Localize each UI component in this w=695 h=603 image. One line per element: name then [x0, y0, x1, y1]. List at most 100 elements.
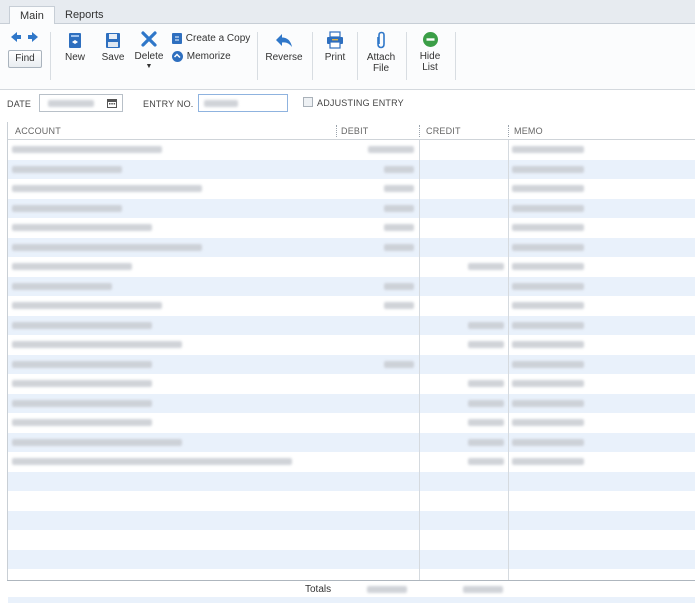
calendar-icon[interactable] [107, 98, 117, 108]
debit-cell-redacted [384, 282, 414, 290]
credit-cell-redacted [468, 438, 504, 446]
account-cell-redacted [12, 458, 292, 465]
empty-table-row[interactable] [8, 549, 695, 569]
toolbar-divider [257, 32, 258, 80]
hide-label-line1: Hide [419, 51, 441, 62]
credit-cell-redacted [468, 458, 504, 465]
paperclip-icon [377, 31, 385, 49]
empty-table-row[interactable] [8, 471, 695, 491]
memo-cell-redacted [512, 360, 584, 368]
reverse-button[interactable]: Reverse [264, 31, 304, 63]
debit-cell-redacted [384, 185, 414, 192]
account-cell-redacted [12, 380, 152, 387]
toolbar-divider [455, 32, 456, 80]
print-button[interactable]: Print [320, 31, 350, 63]
reverse-arrow-icon [276, 34, 292, 47]
chevron-down-icon[interactable]: ▼ [132, 63, 166, 70]
table-row[interactable] [8, 218, 695, 238]
table-row[interactable] [8, 237, 695, 257]
column-debit[interactable]: DEBIT [341, 126, 369, 136]
attach-file-button[interactable]: Attach File [364, 31, 398, 74]
previous-arrow-icon[interactable] [10, 31, 22, 43]
attach-label-line2: File [372, 63, 390, 74]
delete-button[interactable]: Delete ▼ [132, 30, 166, 70]
toolbar-divider [406, 32, 407, 80]
table-row[interactable] [8, 296, 695, 316]
credit-cell-redacted [468, 419, 504, 426]
table-row[interactable] [8, 393, 695, 413]
save-disk-icon [106, 33, 120, 48]
adjusting-entry-checkbox[interactable] [303, 97, 313, 107]
memo-cell-redacted [512, 146, 584, 153]
account-cell-redacted [12, 185, 202, 192]
debit-cell-redacted [368, 146, 414, 153]
memorize-label: Memorize [186, 51, 231, 63]
tab-strip: Main Reports [0, 0, 695, 25]
find-button[interactable]: Find [8, 50, 42, 68]
table-row[interactable] [8, 354, 695, 374]
empty-table-row[interactable] [8, 491, 695, 511]
memo-cell-redacted [512, 302, 584, 309]
journal-grid: ACCOUNT DEBIT CREDIT MEMO [7, 122, 695, 603]
account-cell-redacted [12, 282, 112, 290]
save-button[interactable]: Save [98, 32, 128, 63]
table-row[interactable] [8, 335, 695, 355]
debit-cell-redacted [384, 204, 414, 212]
hide-list-button[interactable]: Hide List [414, 31, 446, 73]
table-row[interactable] [8, 276, 695, 296]
table-row[interactable] [8, 413, 695, 433]
column-account[interactable]: ACCOUNT [15, 126, 61, 136]
new-label: New [64, 52, 85, 63]
entry-no-field[interactable] [198, 94, 288, 112]
table-row[interactable] [8, 432, 695, 452]
memo-cell-redacted [512, 321, 584, 329]
toolbar: Find New Save Delete ▼ Create a Copy Mem… [0, 24, 695, 90]
column-memo[interactable]: MEMO [514, 126, 543, 136]
empty-table-row[interactable] [8, 510, 695, 530]
debit-cell-redacted [384, 165, 414, 173]
memo-cell-redacted [512, 243, 584, 251]
total-credit-redacted [463, 586, 503, 593]
memo-cell-redacted [512, 282, 584, 290]
toolbar-divider [312, 32, 313, 80]
delete-x-icon [141, 31, 157, 47]
new-button[interactable]: New [60, 32, 90, 63]
print-label: Print [324, 52, 346, 63]
hide-minus-icon [422, 32, 438, 47]
memo-cell-redacted [512, 419, 584, 426]
table-row[interactable] [8, 198, 695, 218]
account-cell-redacted [12, 204, 122, 212]
column-credit[interactable]: CREDIT [426, 126, 461, 136]
date-label: DATE [7, 99, 32, 109]
create-copy-label: Create a Copy [185, 33, 251, 45]
table-row[interactable] [8, 374, 695, 394]
table-row[interactable] [8, 315, 695, 335]
table-row[interactable] [8, 452, 695, 472]
memorize-button[interactable]: Memorize [171, 50, 231, 64]
tab-main[interactable]: Main [9, 6, 55, 25]
account-cell-redacted [12, 263, 132, 270]
empty-table-row[interactable] [8, 530, 695, 550]
memo-cell-redacted [512, 438, 584, 446]
entry-no-redacted [204, 100, 238, 107]
table-row[interactable] [8, 257, 695, 277]
next-arrow-icon[interactable] [27, 31, 39, 43]
tab-reports[interactable]: Reports [55, 6, 114, 25]
date-field[interactable] [39, 94, 123, 112]
table-row[interactable] [8, 140, 695, 160]
credit-cell-redacted [468, 321, 504, 329]
memo-cell-redacted [512, 204, 584, 212]
account-cell-redacted [12, 341, 182, 348]
toolbar-divider [357, 32, 358, 80]
create-copy-button[interactable]: Create a Copy [171, 32, 250, 46]
debit-cell-redacted [384, 302, 414, 309]
table-row[interactable] [8, 179, 695, 199]
table-row[interactable] [8, 159, 695, 179]
account-cell-redacted [12, 224, 152, 231]
printer-icon [327, 31, 343, 49]
totals-row: Totals [7, 580, 695, 597]
memorize-icon [172, 51, 183, 62]
credit-cell-redacted [468, 263, 504, 270]
memo-cell-redacted [512, 341, 584, 348]
memo-cell-redacted [512, 165, 584, 173]
